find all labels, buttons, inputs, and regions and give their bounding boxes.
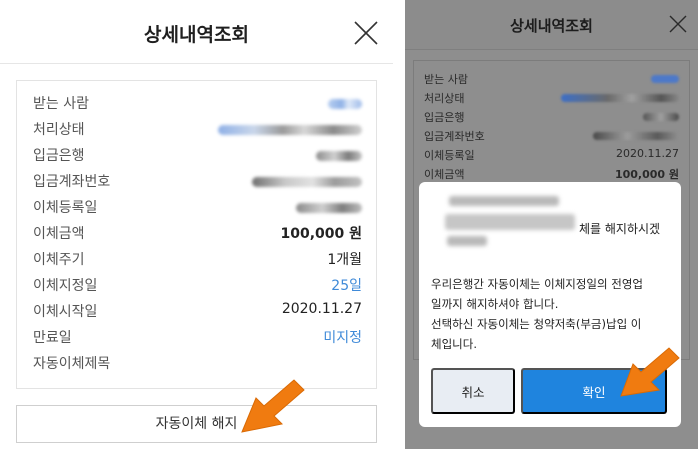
row-registered-date: 이체등록일: [33, 197, 362, 219]
row-account: 입금계좌번호: [424, 128, 679, 146]
row-account: 입금계좌번호: [33, 171, 362, 193]
row-value: 미지정: [323, 330, 362, 346]
dialog-title-suffix: 체를 해지하시겠: [579, 222, 661, 236]
masked-value: [316, 151, 362, 161]
row-amount: 이체금액 100,000 원: [33, 223, 362, 245]
row-recipient: 받는 사람: [33, 93, 362, 115]
close-icon[interactable]: [353, 20, 379, 46]
row-status: 처리상태: [33, 119, 362, 141]
page-title: 상세내역조회: [510, 17, 593, 35]
row-label: 입금은행: [33, 148, 85, 164]
row-label: 처리상태: [424, 92, 465, 105]
masked-value: [296, 203, 362, 213]
row-label: 받는 사람: [424, 73, 468, 86]
masked-text: [449, 196, 559, 206]
row-label: 받는 사람: [33, 96, 89, 112]
arrow-pointer-icon: [620, 347, 680, 397]
row-label: 입금계좌번호: [424, 130, 485, 143]
row-label: 이체시작일: [33, 304, 98, 320]
row-value: 25일: [331, 278, 362, 294]
row-label: 이체등록일: [424, 149, 475, 162]
row-label: 이체주기: [33, 252, 85, 268]
row-value: 100,000 원: [614, 168, 679, 181]
dialog-message-line: 우리은행간 자동이체는 이체지정일의 전영업: [431, 277, 643, 291]
row-label: 이체금액: [33, 226, 85, 242]
masked-text: [447, 236, 487, 246]
detail-card: 받는 사람 처리상태 입금은행 입금계좌번호 이체등록일 이체금액 100,00…: [16, 80, 377, 389]
row-value: 2020.11.27: [281, 301, 362, 317]
dialog-message-line: 선택하신 자동이체는 청약저축(부금)납입 이: [431, 317, 642, 331]
row-recipient: 받는 사람: [424, 71, 679, 89]
cancel-button[interactable]: 취소: [431, 368, 515, 414]
masked-value: [561, 94, 679, 102]
dialog-message: 우리은행간 자동이체는 이체지정일의 전영업 일까지 해지하셔야 합니다. 선택…: [431, 274, 675, 354]
masked-value: [651, 75, 679, 83]
header: 상세내역조회: [0, 0, 393, 64]
confirm-screen: 상세내역조회 받는 사람 처리상태 입금은행 입금계좌번호 이체등록일 2020…: [405, 0, 698, 449]
row-label: 입금계좌번호: [33, 174, 111, 190]
row-designated-day: 이체지정일 25일: [33, 275, 362, 297]
page-title: 상세내역조회: [144, 24, 249, 46]
masked-text: [445, 214, 575, 230]
masked-value: [328, 99, 362, 109]
masked-value: [643, 113, 679, 121]
dialog-message-line: 일까지 해지하셔야 합니다.: [431, 297, 559, 311]
row-title: 자동이체제목: [33, 353, 362, 375]
header: 상세내역조회: [405, 0, 698, 50]
row-label: 만료일: [33, 330, 72, 346]
row-value: 2020.11.27: [616, 147, 679, 160]
detail-screen: 상세내역조회 받는 사람 처리상태 입금은행 입금계좌번호 이체등록일 이체금액: [0, 0, 393, 449]
row-label: 입금은행: [424, 111, 465, 124]
row-label: 처리상태: [33, 122, 85, 138]
row-label: 자동이체제목: [33, 356, 111, 372]
row-bank: 입금은행: [33, 145, 362, 167]
close-icon[interactable]: [668, 14, 688, 34]
row-status: 처리상태: [424, 90, 679, 108]
masked-value: [218, 125, 362, 135]
arrow-pointer-icon: [241, 379, 305, 433]
row-value: 1개월: [327, 252, 362, 268]
row-label: 이체등록일: [33, 200, 98, 216]
masked-value: [252, 177, 362, 187]
row-bank: 입금은행: [424, 109, 679, 127]
row-cycle: 이체주기 1개월: [33, 249, 362, 271]
row-label: 이체지정일: [33, 278, 98, 294]
row-value: 100,000 원: [280, 226, 362, 242]
cancel-auto-transfer-button[interactable]: 자동이체 해지: [16, 405, 377, 443]
masked-value: [593, 132, 679, 140]
row-label: 이체금액: [424, 168, 465, 181]
row-start-date: 이체시작일 2020.11.27: [33, 301, 362, 323]
row-expiry: 만료일 미지정: [33, 327, 362, 349]
row-registered-date: 이체등록일 2020.11.27: [424, 147, 679, 165]
